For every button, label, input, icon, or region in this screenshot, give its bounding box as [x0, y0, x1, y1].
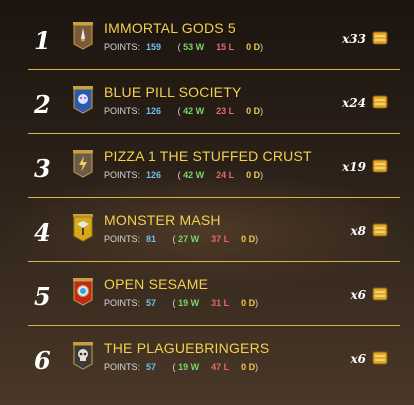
points-label: POINTS:	[104, 362, 141, 372]
reward-chest-icon	[372, 159, 388, 173]
wins-value: 27 W	[178, 234, 200, 244]
guild-name[interactable]: IMMORTAL GODS 5	[104, 20, 236, 36]
leaderboard-row[interactable]: 2 BLUE PILL SOCIETY POINTS: 126 ( 42 W 23 …	[28, 70, 400, 134]
lightning-banner-icon	[73, 150, 93, 178]
draws-value: 0 D	[241, 298, 256, 308]
wins-value: 42 W	[183, 170, 205, 180]
record-close-paren: )	[255, 298, 259, 308]
draws-value: 0 D	[246, 106, 261, 116]
dagger-banner-icon	[73, 22, 93, 50]
reward-multiplier: x19	[342, 160, 366, 174]
draws-value: 0 D	[241, 234, 256, 244]
guild-stats: POINTS: 159 ( 53 W 15 L 0 D)	[104, 42, 263, 52]
record-close-paren: )	[255, 362, 259, 372]
reward-chest-icon	[372, 31, 388, 45]
points-value: 159	[146, 42, 162, 52]
axe-banner-icon	[73, 214, 93, 242]
reward-multiplier: x8	[350, 224, 366, 238]
reward-multiplier: x6	[350, 352, 366, 366]
rank-number: 4	[34, 218, 51, 247]
guild-stats: POINTS: 126 ( 42 W 23 L 0 D)	[104, 106, 263, 116]
points-label: POINTS:	[104, 234, 141, 244]
rank-number: 5	[34, 282, 51, 311]
losses-value: 37 L	[211, 234, 230, 244]
orb-banner-icon	[73, 278, 93, 306]
losses-value: 47 L	[211, 362, 230, 372]
record-open-paren: (	[177, 42, 181, 52]
reward-chest-icon	[372, 223, 388, 237]
points-label: POINTS:	[104, 298, 141, 308]
points-value: 81	[146, 234, 157, 244]
points-value: 126	[146, 170, 162, 180]
rank-number: 1	[34, 26, 51, 55]
draws-value: 0 D	[246, 170, 261, 180]
leaderboard-row[interactable]: 4 MONSTER MASH POINTS: 81 ( 27 W 37 L0 D) …	[28, 198, 400, 262]
wins-value: 19 W	[178, 362, 200, 372]
guild-stats: POINTS: 81 ( 27 W 37 L 0 D)	[104, 234, 258, 244]
record-close-paren: )	[260, 106, 264, 116]
record-close-paren: )	[260, 42, 264, 52]
losses-value: 24 L	[216, 170, 235, 180]
leaderboard-row[interactable]: 1 IMMORTAL GODS 5 POINTS: 159 ( 53 W 15 L 0…	[28, 6, 400, 70]
wins-value: 42 W	[183, 106, 205, 116]
guild-name[interactable]: THE PLAGUEBRINGERS	[104, 340, 269, 356]
guild-stats: POINTS: 57 ( 19 W 47 L 0 D)	[104, 362, 258, 372]
leaderboard-row[interactable]: 6 THE PLAGUEBRINGERS POINTS: 57 ( 19 W 47 …	[28, 326, 400, 390]
rank-number: 2	[34, 90, 51, 119]
rank-number: 6	[34, 346, 51, 375]
losses-value: 23 L	[216, 106, 235, 116]
points-label: POINTS:	[104, 106, 141, 116]
guild-stats: POINTS: 126 ( 42 W 24 L 0 D)	[104, 170, 263, 180]
guild-name[interactable]: PIZZA 1 THE STUFFED CRUST	[104, 148, 312, 164]
points-label: POINTS:	[104, 170, 141, 180]
reward-multiplier: x24	[342, 96, 366, 110]
record-open-paren: (	[172, 298, 176, 308]
wins-value: 19 W	[178, 298, 200, 308]
reward-multiplier: x6	[350, 288, 366, 302]
points-value: 57	[146, 362, 157, 372]
guild-leaderboard: 1 IMMORTAL GODS 5 POINTS: 159 ( 53 W 15 L 0…	[0, 6, 414, 390]
reward-chest-icon	[372, 95, 388, 109]
draws-value: 0 D	[241, 362, 256, 372]
guild-stats: POINTS: 57 ( 19 W 31 L 0 D)	[104, 298, 258, 308]
points-label: POINTS:	[104, 42, 141, 52]
leaderboard-row[interactable]: 3 PIZZA 1 THE STUFFED CRUST POINTS: 126 (…	[28, 134, 400, 198]
reward-multiplier: x33	[342, 32, 366, 46]
record-close-paren: )	[255, 234, 259, 244]
record-open-paren: (	[177, 106, 181, 116]
skull-banner-icon	[73, 342, 93, 370]
mask-banner-icon	[73, 86, 93, 114]
losses-value: 15 L	[216, 42, 235, 52]
record-close-paren: )	[260, 170, 264, 180]
wins-value: 53 W	[183, 42, 205, 52]
reward-chest-icon	[372, 287, 388, 301]
points-value: 126	[146, 106, 162, 116]
record-open-paren: (	[172, 362, 176, 372]
leaderboard-row[interactable]: 5 OPEN SESAME POINTS: 57 ( 19 W 31 L 0 D) x…	[28, 262, 400, 326]
draws-value: 0 D	[246, 42, 261, 52]
losses-value: 31 L	[211, 298, 230, 308]
points-value: 57	[146, 298, 157, 308]
guild-name[interactable]: MONSTER MASH	[104, 212, 221, 228]
guild-name[interactable]: BLUE PILL SOCIETY	[104, 84, 242, 100]
rank-number: 3	[34, 154, 51, 183]
reward-chest-icon	[372, 351, 388, 365]
record-open-paren: (	[177, 170, 181, 180]
record-open-paren: (	[172, 234, 176, 244]
guild-name[interactable]: OPEN SESAME	[104, 276, 208, 292]
